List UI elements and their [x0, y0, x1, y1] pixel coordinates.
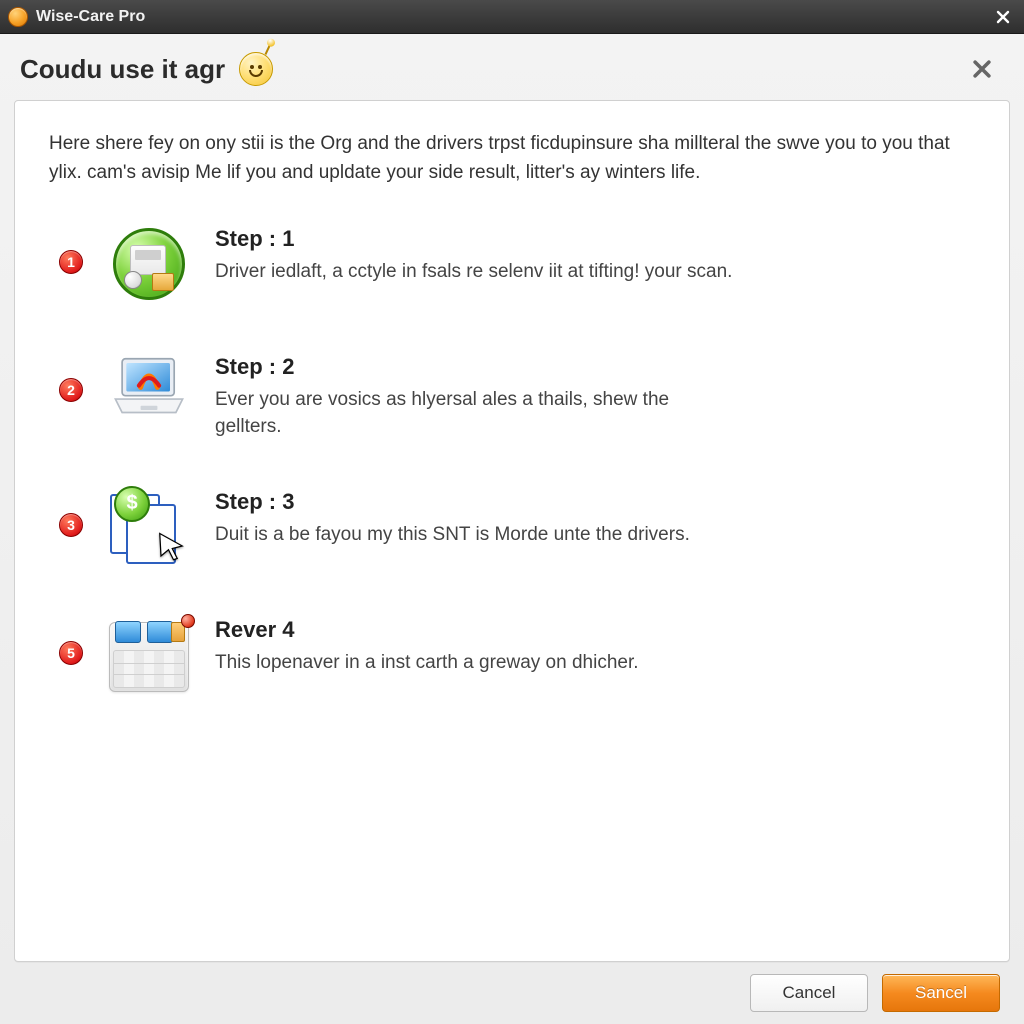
cancel-button[interactable]: Cancel — [750, 974, 868, 1012]
close-icon — [995, 9, 1011, 25]
step-desc: Ever you are vosics as hlyersal ales a t… — [215, 386, 735, 441]
step-title: Rever 4 — [215, 617, 639, 643]
step-title: Step : 2 — [215, 354, 735, 380]
step-1: 1 Step : 1 Driver iedlaft, a cctyle in f… — [59, 222, 975, 306]
step-number-badge: 5 — [59, 641, 83, 665]
app-title: Wise-Care Pro — [36, 8, 145, 26]
step-3: 3 $ Step : 3 Duit is a be fayou my this … — [59, 485, 975, 569]
dialog-footer: Cancel Sancel — [14, 962, 1010, 1024]
dialog-header: Coudu use it agr — [14, 48, 1010, 100]
step-desc: Duit is a be fayou my this SNT is Morde … — [215, 521, 690, 549]
dialog-close-button[interactable] — [968, 55, 996, 83]
client-area: Coudu use it agr Here shere fey on ony s… — [0, 34, 1024, 1024]
step-number-badge: 1 — [59, 250, 83, 274]
step-4: 5 Rever 4 This lopenaver in a inst carth… — [59, 613, 975, 697]
window-titlebar: Wise-Care Pro — [0, 0, 1024, 34]
steps-list: 1 Step : 1 Driver iedlaft, a cctyle in f… — [49, 222, 975, 697]
documents-icon: $ — [107, 485, 191, 569]
step-desc: This lopenaver in a inst carth a greway … — [215, 649, 639, 677]
smiley-icon — [239, 52, 273, 86]
step-2: 2 Step : 2 — [59, 350, 975, 441]
step-desc: Driver iedlaft, a cctyle in fsals re sel… — [215, 258, 732, 286]
step-title: Step : 3 — [215, 489, 690, 515]
device-icon — [107, 613, 191, 697]
window-close-button[interactable] — [990, 4, 1016, 30]
scan-icon — [107, 222, 191, 306]
laptop-icon — [107, 350, 191, 434]
content-panel: Here shere fey on ony stii is the Org an… — [14, 100, 1010, 962]
step-title: Step : 1 — [215, 226, 732, 252]
primary-button[interactable]: Sancel — [882, 974, 1000, 1012]
step-number-badge: 2 — [59, 378, 83, 402]
close-icon — [971, 58, 993, 80]
app-icon — [8, 7, 28, 27]
intro-text: Here shere fey on ony stii is the Org an… — [49, 129, 969, 188]
dialog-title: Coudu use it agr — [20, 54, 225, 85]
step-number-badge: 3 — [59, 513, 83, 537]
